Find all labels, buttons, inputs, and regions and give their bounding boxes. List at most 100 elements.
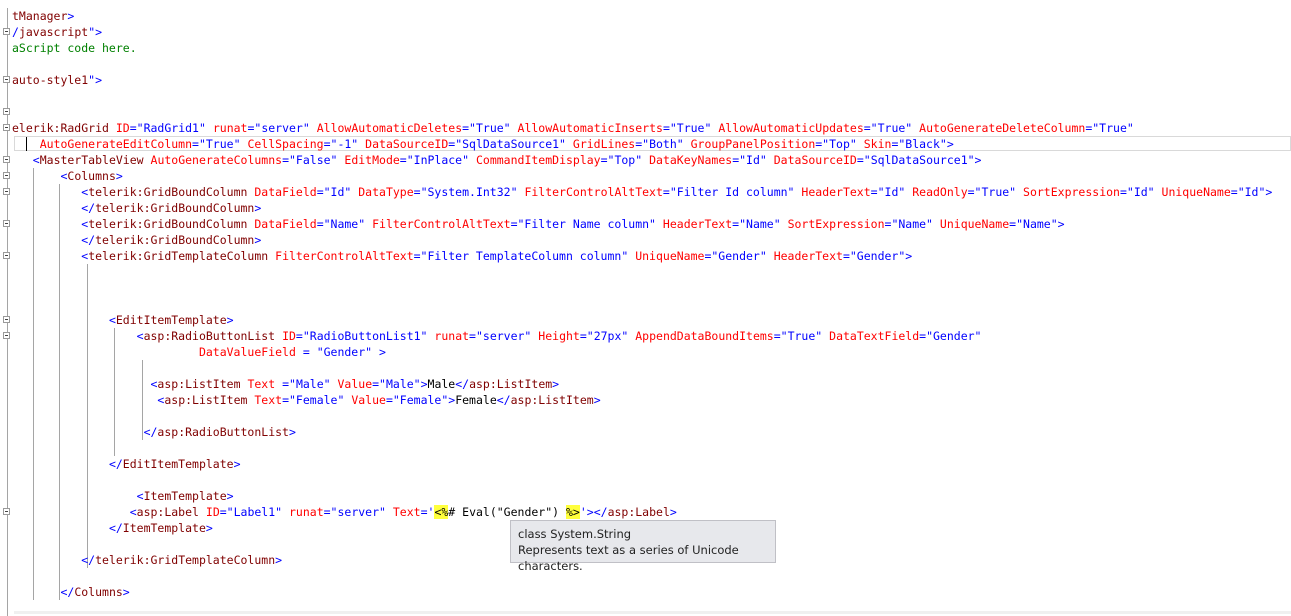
code-token: telerik:GridBoundColumn	[95, 233, 255, 247]
code-token: ="Name"	[732, 217, 781, 231]
fold-toggle-icon[interactable]	[3, 220, 10, 227]
code-token: DataValueField	[198, 345, 296, 359]
tooltip-title: class System.String	[518, 527, 632, 541]
code-token: >	[669, 505, 677, 519]
code-token: </	[81, 201, 96, 215]
code-token: FilterControlAltText	[524, 185, 663, 199]
fold-toggle-icon[interactable]	[3, 108, 10, 115]
fold-toggle-icon[interactable]	[3, 156, 10, 163]
code-line: <Columns>	[12, 168, 123, 184]
code-token: <	[136, 329, 144, 343]
code-token: # Eval("Gender")	[448, 505, 566, 519]
code-token: telerik:GridBoundColumn	[88, 185, 248, 199]
code-token: >	[115, 169, 123, 183]
code-token: ='	[420, 505, 435, 519]
fold-toggle-icon[interactable]	[3, 28, 10, 35]
code-token: ="True"	[773, 329, 823, 343]
code-line: <asp:Label ID="Label1" runat="server" Te…	[12, 504, 677, 520]
code-line: auto-style1">	[12, 72, 102, 88]
code-token: >	[593, 393, 601, 407]
code-token: ="Male">	[372, 377, 428, 391]
code-token: GroupPanelPosition	[690, 137, 816, 151]
fold-toggle-icon[interactable]	[3, 172, 10, 179]
code-token: ID	[115, 121, 130, 135]
code-token: ="Male"	[282, 377, 331, 391]
code-token: </	[108, 521, 123, 535]
code-editor[interactable]: tManager>/javascript"> aScript code here.…	[0, 0, 1291, 616]
code-token: Value	[351, 393, 386, 407]
code-token: "Gender"	[316, 345, 373, 359]
code-token: DataField	[254, 217, 317, 231]
code-line: <telerik:GridBoundColumn DataField="Id" …	[12, 184, 1272, 200]
code-token: ">	[88, 25, 103, 39]
code-token: ="Filter TemplateColumn column"	[413, 249, 629, 263]
code-token: SortExpression	[787, 217, 885, 231]
code-token: <	[32, 153, 40, 167]
code-line: </Columns>	[12, 584, 129, 600]
code-token: Height	[538, 329, 580, 343]
code-token: ="True"	[1085, 121, 1134, 135]
code-token: ="Top"	[815, 137, 857, 151]
code-token: ="Id"	[732, 153, 767, 167]
code-token: ="Id"	[870, 185, 906, 199]
code-token: Text	[254, 393, 283, 407]
fold-toggle-icon[interactable]	[3, 252, 10, 259]
code-token: </	[496, 393, 511, 407]
code-token: Skin	[863, 137, 892, 151]
code-token: FilterControlAltText	[372, 217, 511, 231]
code-line: elerik:RadGrid ID="RadGrid1" runat="serv…	[12, 120, 1134, 136]
code-line: DataValueField = "Gender" >	[12, 344, 386, 360]
code-token: GridLines	[572, 137, 636, 151]
code-token: Male	[427, 377, 456, 391]
code-token: ="System.Int32"	[413, 185, 518, 199]
fold-toggle-icon[interactable]	[3, 76, 10, 83]
code-token: <	[136, 489, 144, 503]
code-token: ="Female">	[385, 393, 456, 407]
fold-toggle-icon[interactable]	[3, 316, 10, 323]
code-line: <ItemTemplate>	[12, 488, 234, 504]
code-token: ="Both"	[635, 137, 684, 151]
code-token: ="Label1"	[219, 505, 283, 519]
text-caret	[26, 137, 27, 151]
code-token: ="SqlDataSource1">	[856, 153, 982, 167]
code-token: <%	[434, 505, 449, 519]
fold-toggle-icon[interactable]	[3, 188, 10, 195]
code-line: <MasterTableView AutoGenerateColumns="Fa…	[12, 152, 982, 168]
code-token: HeaderText	[773, 249, 843, 263]
code-token: MasterTableView	[39, 153, 144, 167]
code-token: Value	[337, 377, 373, 391]
code-token: ="server"	[323, 505, 386, 519]
code-line: AutoGenerateEditColumn="True" CellSpacin…	[12, 136, 954, 152]
code-token: '></	[579, 505, 608, 519]
code-token: >	[552, 377, 560, 391]
fold-toggle-icon[interactable]	[3, 124, 10, 131]
fold-toggle-icon[interactable]	[3, 508, 10, 515]
code-token: ="Top"	[600, 153, 643, 167]
code-token: SortExpression	[1023, 185, 1120, 199]
code-token: ItemTemplate	[122, 521, 206, 535]
code-token: javascript	[18, 25, 89, 39]
code-token: telerik:GridBoundColumn	[88, 217, 248, 231]
code-token: EditItemTemplate	[122, 457, 234, 471]
code-token: ="Filter Name column"	[510, 217, 656, 231]
code-token: DataField	[254, 185, 317, 199]
code-token: %>	[566, 505, 580, 519]
code-line: <EditItemTemplate>	[12, 312, 234, 328]
code-token: telerik:GridTemplateColumn	[88, 249, 269, 263]
code-token: ">	[88, 73, 103, 87]
fold-toggle-icon[interactable]	[3, 332, 10, 339]
